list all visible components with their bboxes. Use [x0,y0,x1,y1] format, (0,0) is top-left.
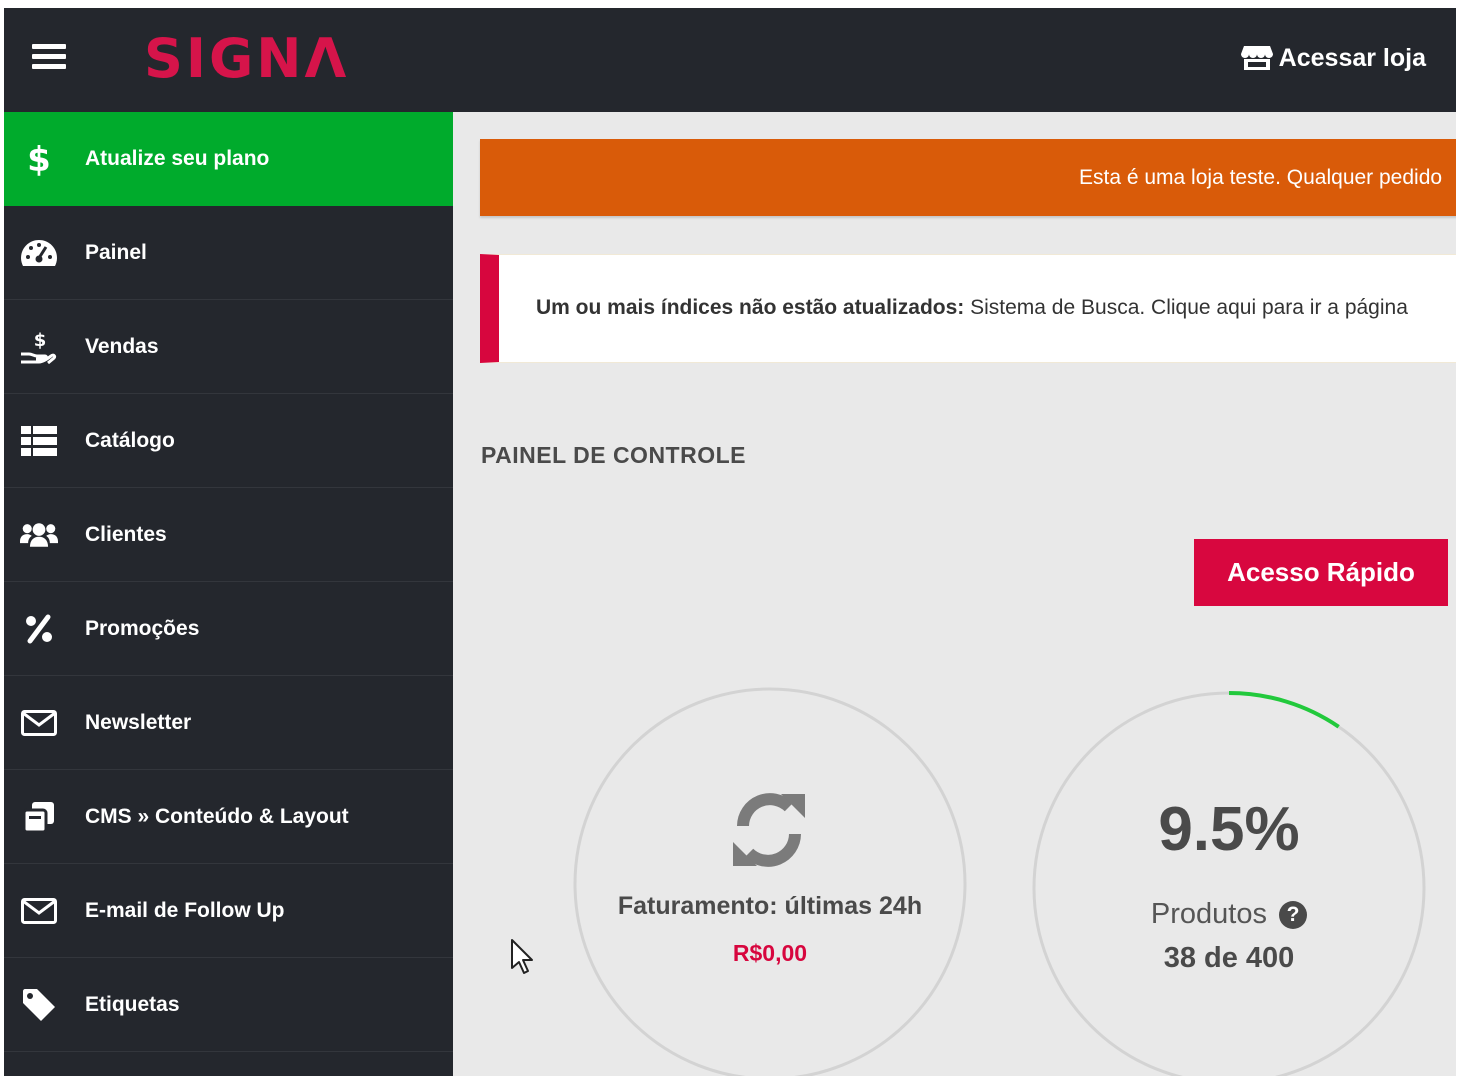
sidebar-item-cms[interactable]: CMS » Conteúdo & Layout [4,770,453,864]
alert-bold-text: Um ou mais índices não estão atualizados… [536,296,965,319]
percent-icon [20,612,58,646]
sidebar-item-label: Catálogo [85,428,175,452]
sidebar-item-newsletter[interactable]: Newsletter [4,676,453,770]
products-percent: 9.5% [1158,795,1300,864]
products-label-row: Produtos ? [1031,898,1427,931]
quick-access-button[interactable]: Acesso Rápido [1194,539,1448,606]
clone-icon [20,800,58,834]
products-count: 38 de 400 [1163,942,1295,974]
table-list-icon [20,424,58,458]
sidebar-item-etiquetas[interactable]: Etiquetas [4,958,453,1052]
sidebar: $ Atualize seu plano Painel $ Vendas Cat… [4,112,453,1076]
tag-icon [20,988,58,1022]
refresh-icon [729,790,809,870]
dollar-icon: $ [20,141,58,177]
store-icon [1240,44,1273,72]
sidebar-item-label: Etiquetas [85,992,180,1016]
top-bar: SIGNΛ Acessar loja [4,8,1456,112]
sidebar-item-label: Newsletter [85,710,192,734]
envelope-icon [20,894,58,928]
revenue-widget: Faturamento: últimas 24h R$0,00 [572,686,968,1076]
access-store-link[interactable]: Acessar loja [1240,40,1426,76]
brand-logo[interactable]: SIGNΛ [144,24,349,94]
sidebar-item-clientes[interactable]: Clientes [4,488,453,582]
products-widget: 9.5% Produtos ? 38 de 400 [1031,690,1427,1076]
hand-holding-dollar-icon: $ [20,330,58,364]
svg-text:$: $ [27,141,51,177]
revenue-value: R$0,00 [732,940,808,966]
page-title: PAINEL DE CONTROLE [481,442,746,468]
sidebar-item-label: E-mail de Follow Up [85,898,285,922]
revenue-ring [573,687,967,1076]
index-outdated-alert[interactable]: Um ou mais índices não estão atualizados… [480,254,1456,363]
sidebar-item-upgrade-plan[interactable]: $ Atualize seu plano [4,112,453,206]
dashboard-gauge-icon [20,236,58,270]
sidebar-item-email-follow-up[interactable]: E-mail de Follow Up [4,864,453,958]
products-label: Produtos [1150,898,1267,930]
sidebar-item-label: Vendas [85,334,159,358]
sidebar-item-label: CMS » Conteúdo & Layout [85,804,349,828]
sidebar-item-label: Painel [85,240,147,264]
svg-text:$: $ [34,330,47,351]
alert-text: Sistema de Busca. Clique aqui para ir a … [964,296,1408,319]
main-content: Esta é uma loja teste. Qualquer pedido U… [453,112,1456,1076]
sidebar-item-catalogo[interactable]: Catálogo [4,394,453,488]
hamburger-icon[interactable] [32,42,66,72]
users-icon [20,518,58,552]
sidebar-item-painel[interactable]: Painel [4,206,453,300]
sidebar-item-vendas[interactable]: $ Vendas [4,300,453,394]
sidebar-item-label: Promoções [85,616,200,640]
sidebar-item-label: Atualize seu plano [85,146,270,170]
question-circle-icon[interactable]: ? [1279,901,1308,929]
test-store-banner-text: Esta é uma loja teste. Qualquer pedido [1079,166,1443,189]
products-ring [1032,691,1426,1076]
test-store-banner: Esta é uma loja teste. Qualquer pedido [480,139,1456,216]
access-store-label: Acessar loja [1278,43,1426,72]
revenue-caption: Faturamento: últimas 24h [617,892,923,920]
envelope-icon [20,706,58,740]
sidebar-item-promocoes[interactable]: Promoções [4,582,453,676]
sidebar-item-label: Clientes [85,522,167,546]
mouse-cursor-icon [511,939,533,974]
app-window: SIGNΛ Acessar loja $ Atualize seu plano [4,8,1456,1076]
